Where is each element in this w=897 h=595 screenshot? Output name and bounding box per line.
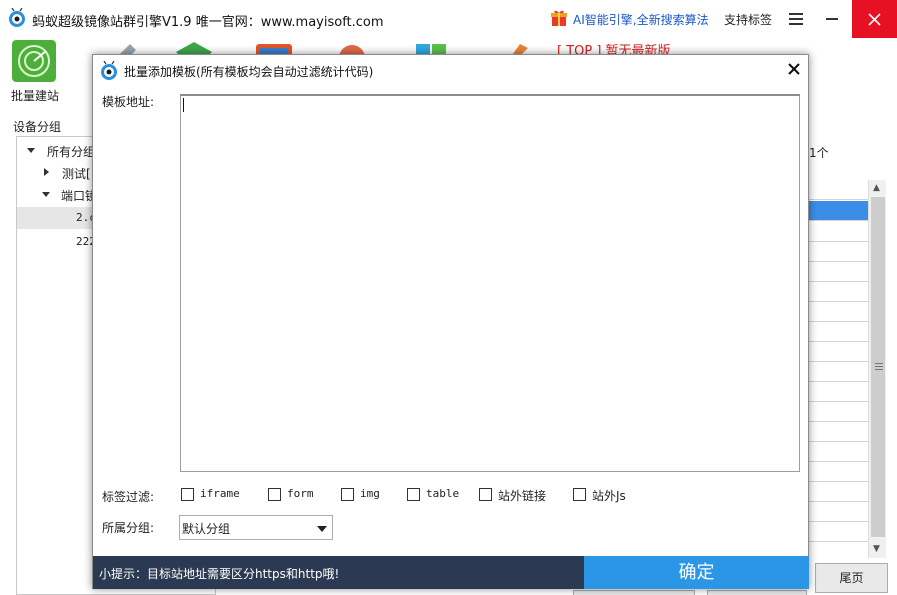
- checkbox-box[interactable]: [341, 488, 354, 501]
- tag-filter-label: 标签过滤:: [102, 490, 155, 504]
- list-scrollbar[interactable]: ▲ ▼: [868, 180, 886, 558]
- table-row[interactable]: [808, 382, 868, 402]
- table-row[interactable]: [808, 242, 868, 262]
- minimize-icon[interactable]: [826, 18, 838, 20]
- close-icon: [868, 13, 881, 26]
- toolbar-batch-site-button[interactable]: 批量建站: [0, 38, 70, 104]
- group-select[interactable]: 默认分组: [179, 515, 333, 540]
- toolbar-item-label: 批量建站: [10, 89, 59, 103]
- scrollbar-thumb[interactable]: [871, 197, 885, 537]
- title-bar: 蚂蚁超级镜像站群引擎V1.9 唯一官网：www.mayisoft.com AI智…: [0, 0, 897, 38]
- gift-icon[interactable]: [551, 9, 567, 27]
- table-row[interactable]: [808, 201, 868, 221]
- support-tag-link[interactable]: 支持标签: [724, 11, 772, 28]
- grip-icon: [875, 363, 883, 370]
- table-row[interactable]: [808, 282, 868, 302]
- table-row[interactable]: [808, 222, 868, 242]
- group-label: 所属分组:: [102, 521, 155, 535]
- confirm-button[interactable]: 确定: [584, 556, 809, 589]
- app-title: 蚂蚁超级镜像站群引擎V1.9 唯一官网：www.mayisoft.com: [32, 15, 384, 30]
- radar-icon: [12, 40, 56, 82]
- dialog-close-icon[interactable]: [786, 61, 802, 77]
- checkbox-box[interactable]: [181, 488, 194, 501]
- site-count-text: 1个: [809, 146, 829, 160]
- hamburger-menu-icon[interactable]: [789, 13, 803, 25]
- bottom-button-stub[interactable]: [707, 590, 807, 595]
- table-row[interactable]: [808, 522, 868, 542]
- ant-logo-icon: [101, 61, 117, 80]
- promo-link[interactable]: AI智能引擎,全新搜索算法: [573, 11, 709, 28]
- text-caret: [183, 98, 184, 112]
- table-row[interactable]: [808, 342, 868, 362]
- template-address-label: 模板地址:: [102, 95, 155, 109]
- device-group-title: 设备分组: [13, 120, 62, 134]
- checkbox-box[interactable]: [479, 488, 492, 501]
- table-row[interactable]: [808, 302, 868, 322]
- batch-add-template-dialog: 批量添加模板(所有模板均会自动过滤统计代码) 模板地址: 标签过滤: ifram…: [92, 54, 809, 589]
- expand-arrow-icon[interactable]: [27, 148, 35, 153]
- ant-logo-icon: [9, 8, 25, 27]
- last-page-button[interactable]: 尾页: [815, 563, 888, 593]
- table-row[interactable]: [808, 262, 868, 282]
- tip-text: 小提示：目标站地址需要区分https和http哦!: [99, 567, 340, 581]
- table-row[interactable]: [808, 362, 868, 382]
- group-select-value: 默认分组: [182, 522, 231, 536]
- table-row[interactable]: [808, 462, 868, 482]
- chevron-down-icon[interactable]: [317, 526, 327, 532]
- checkbox-box[interactable]: [407, 488, 420, 501]
- table-row[interactable]: [808, 402, 868, 422]
- table-row[interactable]: [808, 442, 868, 462]
- bottom-button-stub[interactable]: [573, 590, 695, 595]
- scroll-down-icon[interactable]: ▼: [873, 544, 880, 554]
- window-close-button[interactable]: [852, 0, 897, 38]
- tip-bar: 小提示：目标站地址需要区分https和http哦!: [93, 556, 584, 589]
- table-row[interactable]: [808, 502, 868, 522]
- template-address-input[interactable]: [180, 94, 800, 472]
- scroll-up-icon[interactable]: ▲: [873, 183, 880, 193]
- collapse-arrow-icon[interactable]: [44, 168, 49, 176]
- checkbox-box[interactable]: [573, 488, 586, 501]
- table-row[interactable]: [808, 180, 868, 200]
- table-row[interactable]: [808, 482, 868, 502]
- site-list-grid[interactable]: [808, 180, 868, 558]
- table-row[interactable]: [808, 422, 868, 442]
- table-row[interactable]: [808, 322, 868, 342]
- checkbox-box[interactable]: [268, 488, 281, 501]
- dialog-title: 批量添加模板(所有模板均会自动过滤统计代码): [124, 65, 374, 79]
- expand-arrow-icon[interactable]: [42, 192, 50, 197]
